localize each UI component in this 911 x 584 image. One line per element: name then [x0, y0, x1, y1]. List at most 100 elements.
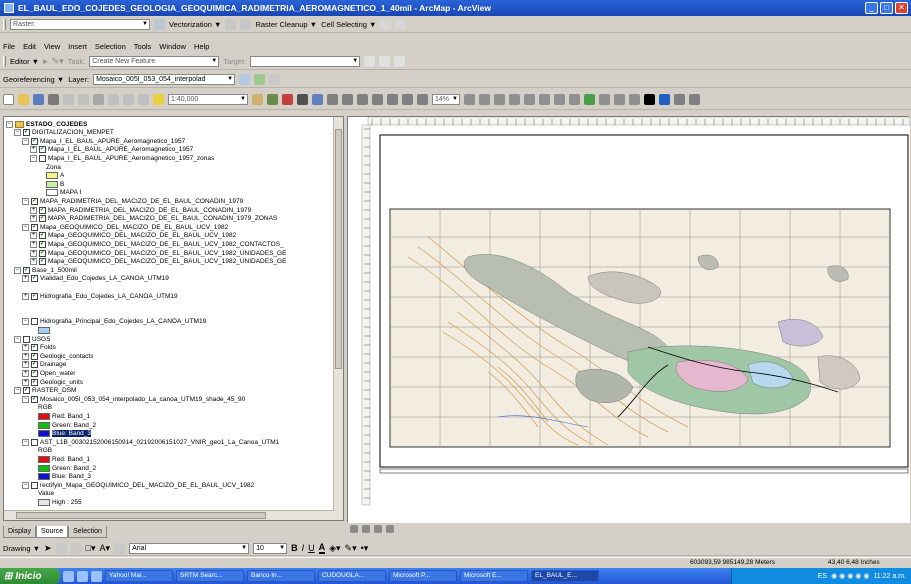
command-line-icon[interactable] [297, 94, 308, 105]
language-indicator[interactable]: ES [818, 573, 827, 580]
expand-toggle-icon[interactable]: − [30, 154, 37, 162]
fixed-zoom-in-icon[interactable] [539, 94, 550, 105]
refresh-icon[interactable] [374, 525, 382, 533]
cut-icon[interactable] [63, 94, 74, 105]
close-button[interactable]: ✕ [895, 2, 908, 14]
rotate-raster-icon[interactable] [239, 74, 251, 85]
attributes-icon[interactable] [394, 56, 406, 67]
font-combo[interactable]: Arial [129, 542, 250, 554]
expand-toggle-icon[interactable]: − [22, 318, 29, 326]
expand-toggle-icon[interactable]: + [22, 378, 29, 386]
expand-toggle-icon[interactable]: − [22, 137, 29, 145]
layer-visibility-checkbox[interactable] [31, 438, 38, 446]
legend-swatch[interactable] [46, 189, 58, 197]
new-icon[interactable] [3, 94, 14, 105]
editor-toolbar-icon[interactable] [252, 94, 263, 105]
select-features-icon[interactable] [629, 94, 640, 105]
fill-color-icon[interactable]: ◈▾ [329, 543, 340, 554]
legend-swatch[interactable] [38, 498, 50, 506]
expand-toggle-icon[interactable]: + [22, 369, 29, 377]
arccatalog-icon[interactable] [267, 94, 278, 105]
toc-hscroll-thumb[interactable] [16, 512, 266, 519]
save-icon[interactable] [33, 94, 44, 105]
rotate-icon[interactable] [379, 56, 391, 67]
expand-toggle-icon[interactable]: + [22, 275, 29, 283]
toc-layer-row[interactable]: − AST_L1B_00302152006150914_0219200615102… [22, 437, 279, 447]
menu-insert[interactable]: Insert [68, 42, 87, 51]
add-control-points-icon[interactable] [254, 74, 266, 85]
menu-tools[interactable]: Tools [134, 42, 152, 51]
toolbar-grip[interactable] [3, 56, 6, 67]
layout-canvas[interactable] [348, 116, 911, 523]
layer-visibility-checkbox[interactable]: ✓ [31, 292, 38, 300]
identify-icon[interactable] [659, 94, 670, 105]
expand-toggle-icon[interactable]: − [22, 223, 29, 231]
menu-window[interactable]: Window [159, 42, 186, 51]
layout-zoom-out-icon[interactable] [357, 94, 368, 105]
taskbar-button[interactable]: CUDOUGLA... [318, 570, 386, 582]
expand-toggle-icon[interactable]: + [30, 240, 37, 248]
layer-visibility-checkbox[interactable] [39, 154, 46, 162]
toc-layer-row[interactable]: − rectifyin_Mapa_GEOQUIMICO_DEL_MACIZO_DE… [22, 480, 254, 490]
layer-visibility-checkbox[interactable]: ✓ [31, 197, 38, 205]
zoom-whole-page-icon[interactable] [387, 94, 398, 105]
expand-toggle-icon[interactable]: − [22, 395, 29, 403]
toggle-draft-icon[interactable] [464, 94, 475, 105]
expand-toggle-icon[interactable]: − [22, 481, 29, 489]
layer-visibility-checkbox[interactable]: ✓ [31, 378, 38, 386]
underline-button[interactable]: U [308, 543, 315, 553]
copy-icon[interactable] [78, 94, 89, 105]
vectorization-menu[interactable]: Vectorization ▼ [169, 20, 221, 29]
focus-frame-icon[interactable] [479, 94, 490, 105]
layer-visibility-checkbox[interactable]: ✓ [39, 215, 46, 223]
expand-toggle-icon[interactable]: + [22, 361, 29, 369]
layer-visibility-checkbox[interactable]: ✓ [31, 344, 38, 352]
layer-visibility-checkbox[interactable]: ✓ [23, 387, 30, 395]
toolbar-grip[interactable] [3, 18, 6, 30]
select-elements-arrow-icon[interactable]: ➤ [44, 543, 52, 554]
full-extent-icon[interactable] [584, 94, 595, 105]
expand-toggle-icon[interactable]: + [30, 206, 37, 214]
layer-visibility-checkbox[interactable]: ✓ [23, 129, 30, 137]
view-link-table-icon[interactable] [269, 74, 281, 85]
legend-swatch[interactable] [38, 430, 50, 438]
layer-visibility-checkbox[interactable]: ✓ [39, 146, 46, 154]
open-icon[interactable] [18, 94, 29, 105]
legend-swatch[interactable] [38, 473, 50, 481]
raster-cleanup-menu[interactable]: Raster Cleanup ▼ [255, 20, 317, 29]
change-layout-icon[interactable] [494, 94, 505, 105]
menu-edit[interactable]: Edit [23, 42, 36, 51]
legend-swatch[interactable] [46, 172, 58, 180]
toc-layer-row[interactable]: − ✓ Mosaico_005I_053_054_interpolado_La_ca… [22, 394, 245, 404]
line-color-icon[interactable]: ✎▾ [345, 543, 357, 554]
arctoolbox-icon[interactable] [282, 94, 293, 105]
raster-combo[interactable]: Raster: [10, 18, 150, 30]
redo-icon[interactable] [138, 94, 149, 105]
toc-layer-row[interactable]: High : 255 [38, 497, 82, 507]
layer-visibility-checkbox[interactable] [23, 335, 30, 343]
layer-visibility-checkbox[interactable]: ✓ [39, 240, 46, 248]
expand-toggle-icon[interactable]: + [30, 215, 37, 223]
layout-view[interactable] [347, 116, 911, 523]
raster-settings-icon[interactable] [154, 18, 165, 30]
cell-tool2-icon[interactable] [395, 18, 407, 30]
expand-toggle-icon[interactable]: − [14, 129, 21, 137]
layer-combo[interactable]: Mosaico_005I_053_054_interpolad [93, 74, 236, 85]
taskbar-button[interactable]: Microsoft E... [460, 570, 528, 582]
menu-help[interactable]: Help [194, 42, 209, 51]
toc-layer-row[interactable]: + ✓ Hidrografia_Edo_Cojedes_LA_CANOA_UTM19 [22, 291, 178, 301]
taskbar-button[interactable]: Microsoft P... [389, 570, 457, 582]
toc-vertical-scrollbar[interactable] [333, 117, 343, 520]
zoom-combo[interactable]: 14% [432, 94, 460, 105]
menu-selection[interactable]: Selection [95, 42, 126, 51]
font-size-combo[interactable]: 10 [253, 542, 288, 554]
menu-view[interactable]: View [44, 42, 60, 51]
taskbar-button[interactable]: Yahoo! Mai... [105, 570, 173, 582]
expand-toggle-icon[interactable]: − [22, 197, 29, 205]
delete-icon[interactable] [108, 94, 119, 105]
quicklaunch-desktop-icon[interactable] [77, 570, 88, 582]
toc-scroll-thumb[interactable] [335, 129, 342, 369]
legend-swatch[interactable] [46, 180, 58, 188]
menu-file[interactable]: File [3, 42, 15, 51]
minimize-button[interactable]: _ [865, 2, 878, 14]
